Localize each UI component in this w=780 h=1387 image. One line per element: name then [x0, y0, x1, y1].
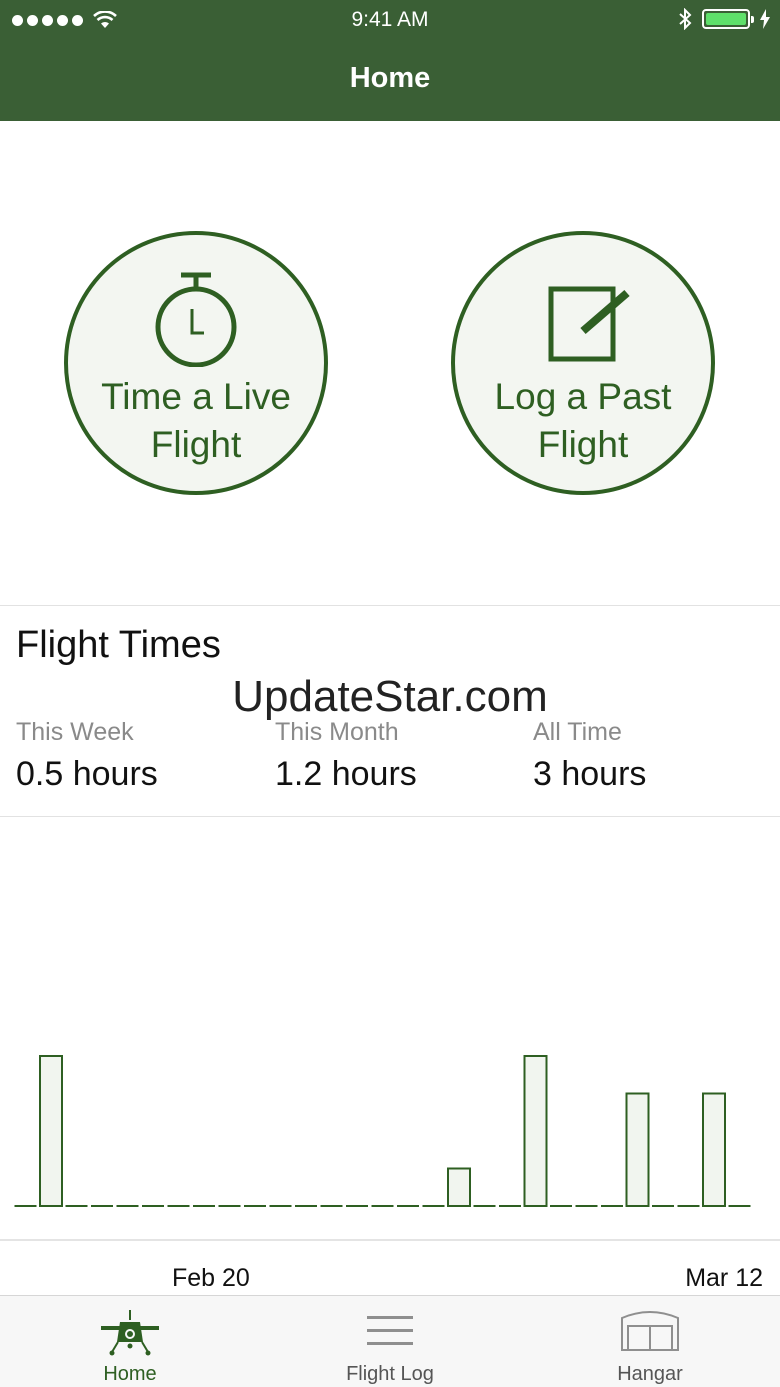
log-past-flight-button[interactable]: Log a Past Flight — [451, 231, 715, 495]
stat-all-time: All Time 3 hours — [533, 718, 646, 794]
edit-note-icon — [548, 286, 630, 362]
stat-label: This Week — [16, 718, 134, 746]
tab-bar: Home Flight Log Hangar — [0, 1295, 780, 1387]
x-tick-label-feb20: Feb 20 — [172, 1264, 250, 1292]
airplane-icon — [101, 1310, 159, 1356]
stopwatch-icon — [155, 272, 237, 367]
hangar-icon — [621, 1311, 679, 1351]
charging-icon — [760, 9, 770, 29]
time-live-flight-button[interactable]: Time a Live Flight — [64, 231, 328, 495]
flight-times-chart: Feb 20 Mar 12 — [0, 818, 780, 1292]
chart-bar — [39, 1055, 63, 1207]
tab-label: Flight Log — [346, 1363, 434, 1385]
page-title: Home — [349, 62, 431, 94]
stat-value: 3 hours — [533, 755, 647, 793]
stat-this-week: This Week 0.5 hours — [16, 718, 158, 794]
tab-flight-log[interactable]: Flight Log — [260, 1296, 520, 1387]
x-tick-label-mar12: Mar 12 — [685, 1264, 763, 1292]
list-icon — [367, 1316, 413, 1345]
log-past-flight-label: Log a Past Flight — [494, 376, 672, 465]
stat-value: 0.5 hours — [16, 755, 158, 793]
chart-bar — [625, 1092, 650, 1207]
status-time: 9:41 AM — [351, 8, 429, 31]
stat-this-month: This Month 1.2 hours — [275, 718, 417, 794]
chart-bar — [523, 1055, 548, 1207]
tab-hangar[interactable]: Hangar — [520, 1296, 780, 1387]
battery-icon — [702, 9, 754, 29]
section-divider — [0, 605, 780, 606]
tab-label: Hangar — [617, 1363, 683, 1385]
watermark: UpdateStar.com — [232, 672, 548, 721]
stat-label: All Time — [533, 718, 622, 746]
status-bar: 9:41 AM — [0, 0, 780, 40]
bluetooth-icon — [679, 8, 692, 30]
chart-bar — [702, 1092, 726, 1207]
tab-label: Home — [103, 1363, 157, 1385]
bar-chart — [0, 1055, 780, 1241]
stat-value: 1.2 hours — [275, 755, 417, 793]
time-live-flight-label: Time a Live Flight — [101, 376, 291, 465]
chart-bar — [447, 1167, 471, 1207]
tab-home[interactable]: Home — [0, 1296, 260, 1387]
flight-times-title: Flight Times — [16, 624, 221, 666]
stat-label: This Month — [275, 718, 399, 746]
section-divider — [0, 816, 780, 817]
navigation-bar: Home — [0, 40, 780, 121]
